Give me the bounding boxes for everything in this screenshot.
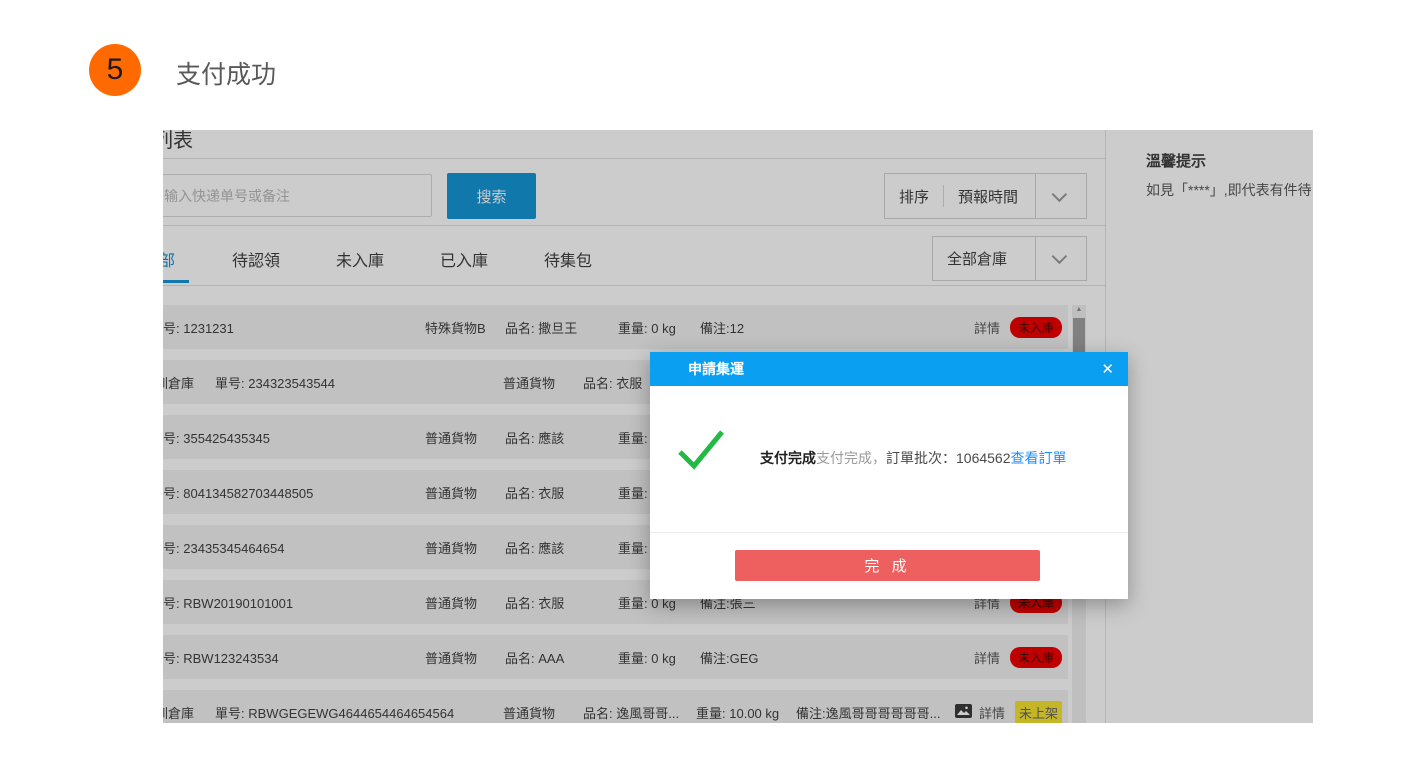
modal-footer: 完 成	[650, 532, 1128, 599]
step-number-badge: 5	[89, 44, 141, 96]
result-bold: 支付完成	[760, 450, 816, 466]
modal-header: 申請集運 ✕	[650, 352, 1128, 386]
payment-result-text: 支付完成支付完成，訂單批次：1064562查看訂單	[760, 448, 1067, 468]
success-check-icon	[676, 422, 726, 474]
modal-body: 支付完成支付完成，訂單批次：1064562查看訂單	[650, 386, 1128, 532]
order-batch: 訂單批次：1064562	[886, 450, 1011, 466]
screenshot-region: 包裹列表 搜索 排序 預報時間 全部 待認領 未入庫 已入庫 待集包 全部倉庫 …	[163, 130, 1313, 723]
step-number: 5	[107, 53, 124, 87]
result-grey: 支付完成，	[816, 450, 886, 466]
apply-consolidation-modal: 申請集運 ✕ 支付完成支付完成，訂單批次：1064562查看訂單 完 成	[650, 352, 1128, 599]
page-title: 支付成功	[176, 55, 276, 91]
modal-title: 申請集運	[688, 359, 744, 379]
page: 5 支付成功 包裹列表 搜索 排序 預報時間 全部 待認領 未入庫 已入庫 待集…	[0, 0, 1417, 768]
close-icon[interactable]: ✕	[1101, 360, 1114, 378]
done-button[interactable]: 完 成	[735, 550, 1040, 581]
view-order-link[interactable]: 查看訂單	[1011, 450, 1067, 466]
